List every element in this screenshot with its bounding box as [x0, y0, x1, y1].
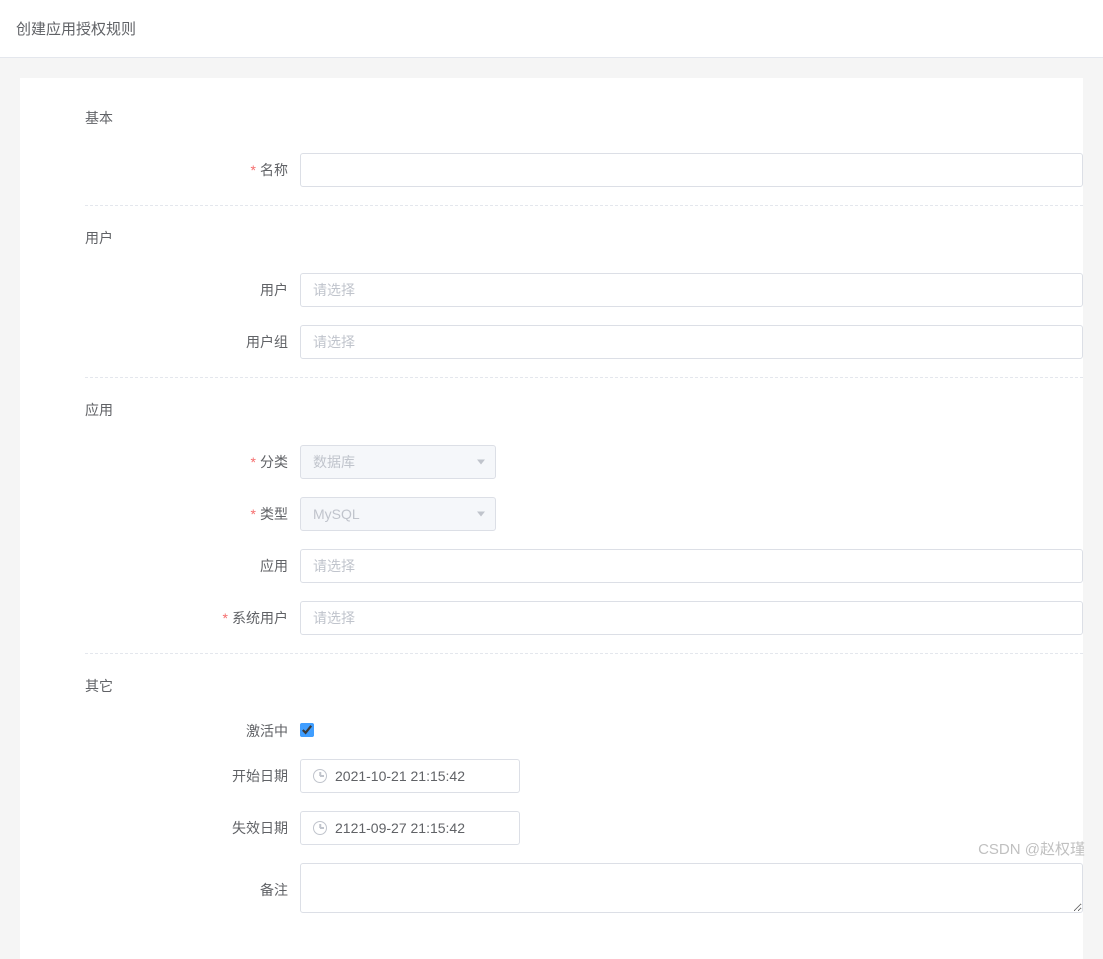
- row-category: *分类 数据库: [85, 445, 1083, 479]
- required-icon: *: [251, 506, 256, 522]
- row-usergroup: 用户组: [85, 325, 1083, 359]
- row-user: 用户: [85, 273, 1083, 307]
- required-icon: *: [251, 454, 256, 470]
- section-title-basic: 基本: [85, 108, 1083, 128]
- category-select: 数据库: [300, 445, 496, 479]
- section-title-app: 应用: [85, 400, 1083, 420]
- start-date-input[interactable]: 2021-10-21 21:15:42: [300, 759, 520, 793]
- page-title: 创建应用授权规则: [16, 18, 1087, 39]
- label-usergroup: 用户组: [85, 332, 300, 352]
- row-name: *名称: [85, 153, 1083, 187]
- label-active: 激活中: [85, 721, 300, 741]
- row-expire-date: 失效日期 2121-09-27 21:15:42: [85, 811, 1083, 845]
- expire-date-input[interactable]: 2121-09-27 21:15:42: [300, 811, 520, 845]
- application-select[interactable]: [300, 549, 1083, 583]
- name-input[interactable]: [300, 153, 1083, 187]
- label-category: *分类: [85, 452, 300, 472]
- label-start-date: 开始日期: [85, 766, 300, 786]
- chevron-down-icon: [477, 460, 485, 465]
- form-container: 基本 *名称 用户 用户 用户组 应用 *分类 数据库: [20, 78, 1083, 959]
- type-select: MySQL: [300, 497, 496, 531]
- row-active: 激活中: [85, 721, 1083, 741]
- divider: [85, 653, 1083, 654]
- chevron-down-icon: [477, 512, 485, 517]
- user-select[interactable]: [300, 273, 1083, 307]
- usergroup-select[interactable]: [300, 325, 1083, 359]
- label-application: 应用: [85, 556, 300, 576]
- required-icon: *: [251, 162, 256, 178]
- page-header: 创建应用授权规则: [0, 0, 1103, 58]
- label-type: *类型: [85, 504, 300, 524]
- label-system-user: *系统用户: [85, 608, 300, 628]
- row-type: *类型 MySQL: [85, 497, 1083, 531]
- section-title-user: 用户: [85, 228, 1083, 248]
- label-remark: 备注: [85, 880, 300, 900]
- divider: [85, 205, 1083, 206]
- divider: [85, 377, 1083, 378]
- required-icon: *: [223, 610, 228, 626]
- label-name: *名称: [85, 160, 300, 180]
- row-application: 应用: [85, 549, 1083, 583]
- clock-icon: [313, 821, 327, 835]
- section-title-other: 其它: [85, 676, 1083, 696]
- clock-icon: [313, 769, 327, 783]
- row-system-user: *系统用户: [85, 601, 1083, 635]
- label-user: 用户: [85, 280, 300, 300]
- active-checkbox[interactable]: [300, 723, 314, 737]
- label-expire-date: 失效日期: [85, 818, 300, 838]
- system-user-select[interactable]: [300, 601, 1083, 635]
- row-start-date: 开始日期 2021-10-21 21:15:42: [85, 759, 1083, 793]
